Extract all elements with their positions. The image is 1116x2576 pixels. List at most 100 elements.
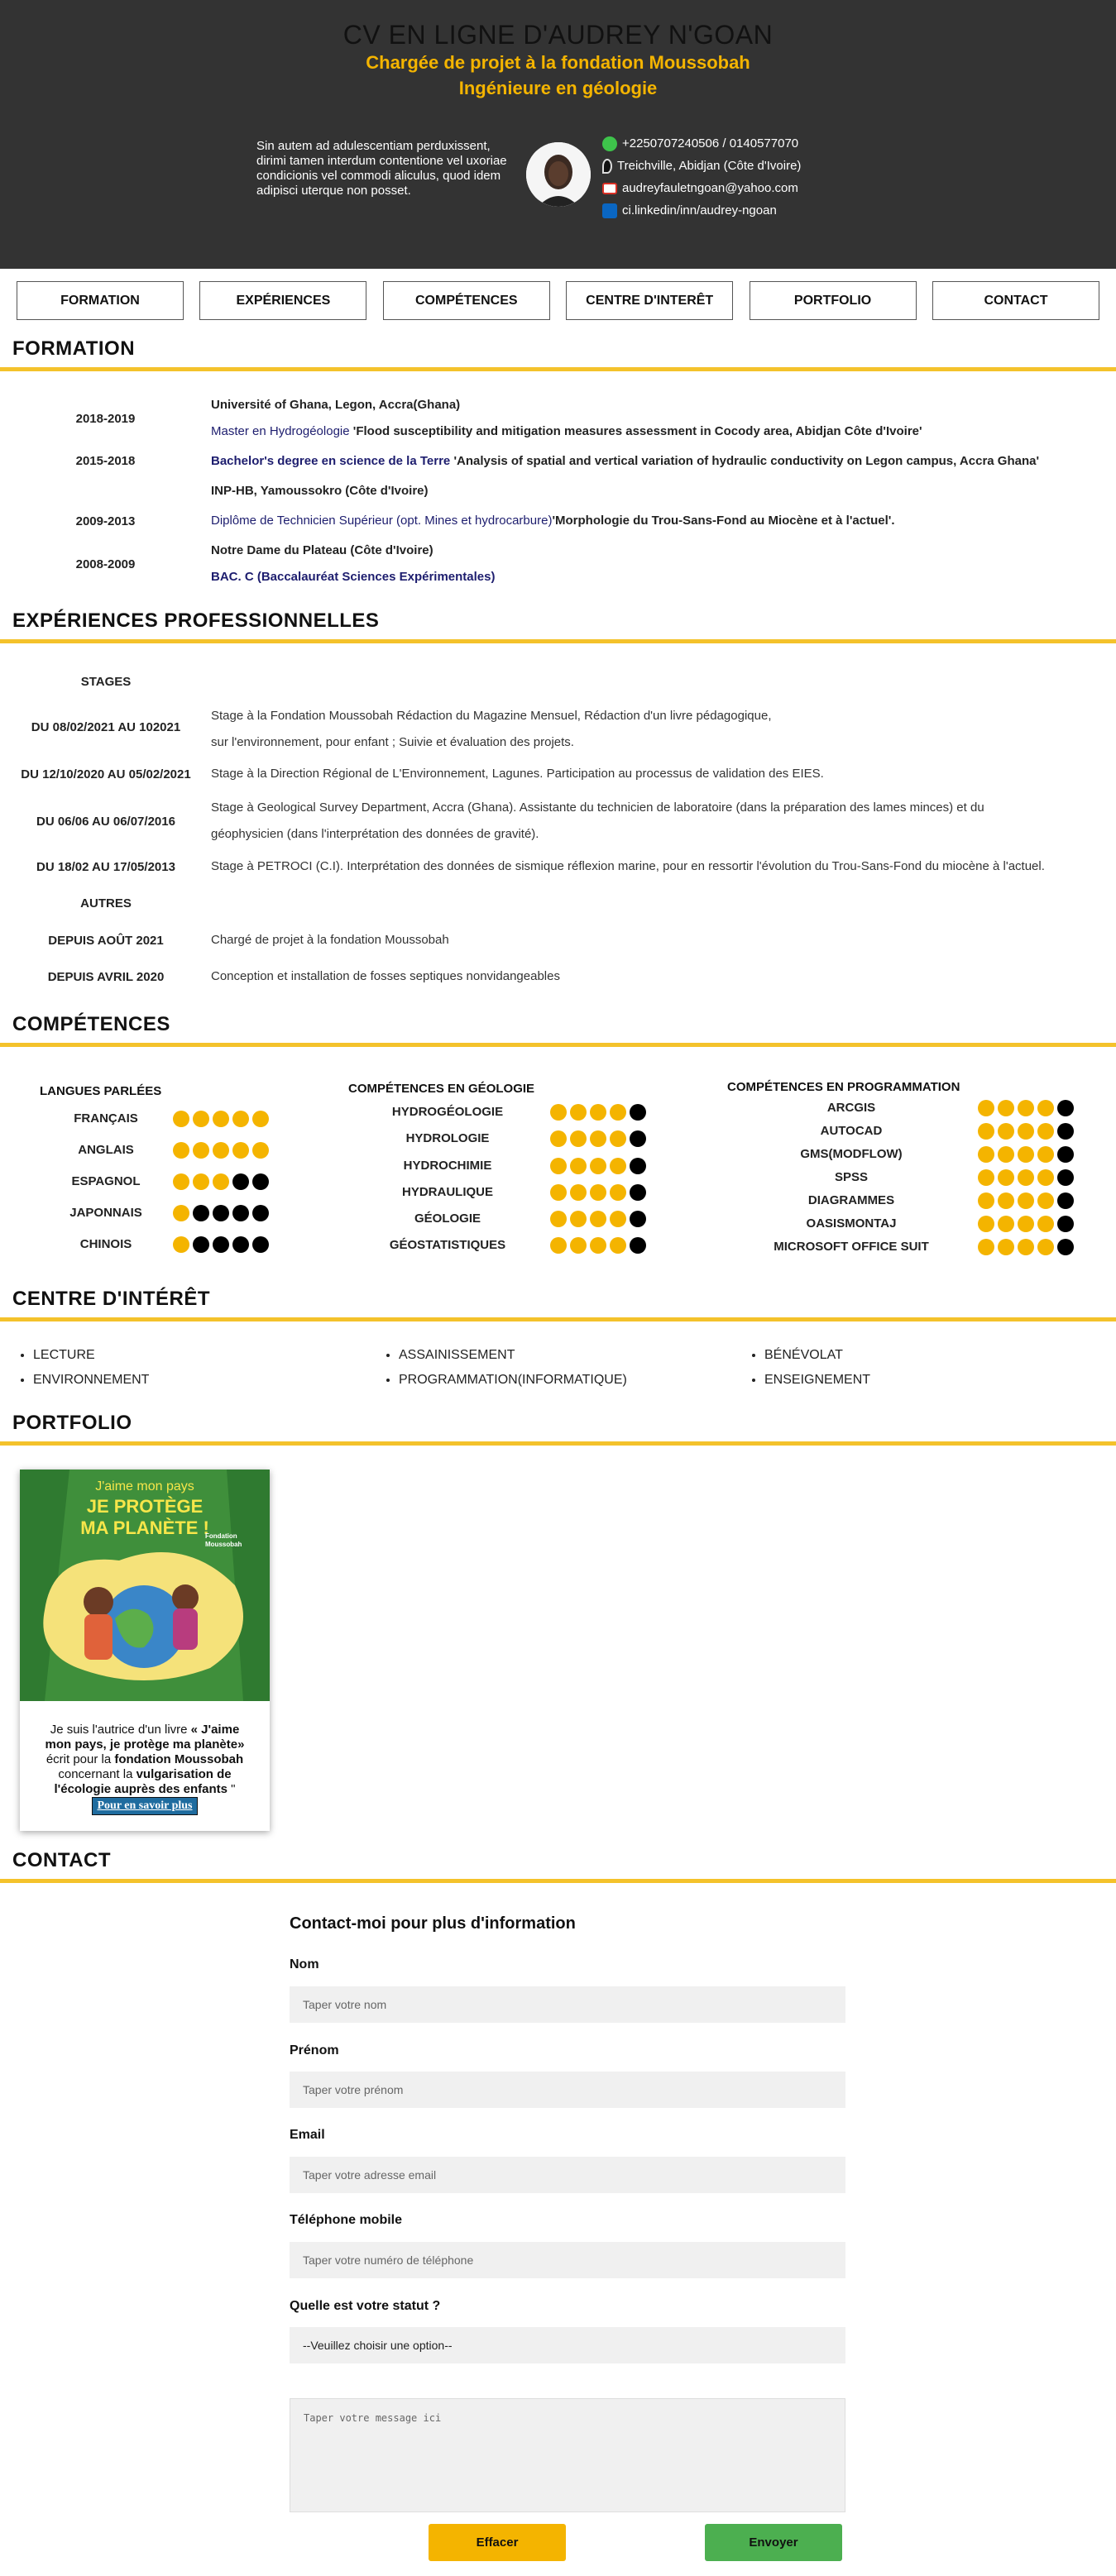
filled-dot bbox=[1018, 1100, 1034, 1116]
section-title-portfolio: PORTFOLIO bbox=[12, 1412, 132, 1434]
filled-dot bbox=[1037, 1123, 1054, 1140]
skill-label: JAPONNAIS bbox=[69, 1206, 142, 1220]
contact-section: CONTACT bbox=[0, 1849, 1116, 1883]
filled-dot bbox=[570, 1184, 587, 1201]
header: CV EN LIGNE D'AUDREY N'GOAN Chargée de p… bbox=[0, 0, 1116, 269]
filled-dot bbox=[610, 1104, 626, 1121]
skill-label: GÉOLOGIE bbox=[414, 1212, 481, 1226]
learn-more-link[interactable]: Pour en savoir plus bbox=[92, 1797, 198, 1815]
filled-dot bbox=[1037, 1146, 1054, 1163]
filled-dot bbox=[1037, 1100, 1054, 1116]
stage-date: DU 06/06 AU 06/07/2016 bbox=[36, 815, 175, 829]
filled-dot bbox=[213, 1111, 229, 1127]
formation-date: 2009-2013 bbox=[75, 514, 136, 528]
autre-text: Chargé de projet à la fondation Moussoba… bbox=[211, 933, 449, 947]
autre-date: DEPUIS AOÛT 2021 bbox=[48, 934, 164, 948]
skill-label: HYDROCHIMIE bbox=[403, 1159, 492, 1173]
filled-dot bbox=[1018, 1192, 1034, 1209]
empty-dot bbox=[630, 1158, 646, 1174]
empty-dot bbox=[232, 1173, 249, 1190]
email-row[interactable]: audreyfauletngoan@yahoo.com bbox=[602, 177, 801, 199]
autre-text: Conception et installation de fosses sep… bbox=[211, 969, 560, 983]
nav-formation[interactable]: FORMATION bbox=[17, 281, 184, 320]
prenom-input[interactable]: Taper votre prénom bbox=[290, 2072, 845, 2108]
nav-portfolio[interactable]: PORTFOLIO bbox=[749, 281, 917, 320]
empty-dot bbox=[1057, 1146, 1074, 1163]
main-nav: FORMATION EXPÉRIENCES COMPÉTENCES CENTRE… bbox=[0, 281, 1116, 320]
empty-dot bbox=[630, 1237, 646, 1254]
formation-school: INP-HB, Yamoussokro (Côte d'Ivoire) bbox=[211, 484, 429, 498]
skill-level bbox=[978, 1239, 1074, 1255]
filled-dot bbox=[1018, 1146, 1034, 1163]
competences-section: COMPÉTENCES bbox=[0, 1013, 1116, 1047]
filled-dot bbox=[570, 1104, 587, 1121]
filled-dot bbox=[610, 1158, 626, 1174]
skill-label: HYDROLOGIE bbox=[405, 1131, 490, 1145]
filled-dot bbox=[213, 1173, 229, 1190]
interets-column: BÉNÉVOLAT ENSEIGNEMENT bbox=[748, 1348, 870, 1398]
filled-dot bbox=[610, 1184, 626, 1201]
formation-degree-row: Master en Hydrogéologie 'Flood susceptib… bbox=[211, 424, 922, 438]
filled-dot bbox=[173, 1111, 189, 1127]
nav-centre-interet[interactable]: CENTRE D'INTERÊT bbox=[566, 281, 734, 320]
skill-level bbox=[550, 1130, 646, 1147]
linkedin-icon bbox=[602, 203, 617, 218]
empty-dot bbox=[630, 1130, 646, 1147]
section-divider bbox=[0, 1441, 1116, 1446]
filled-dot bbox=[550, 1237, 567, 1254]
send-button[interactable]: Envoyer bbox=[705, 2524, 842, 2561]
skill-label: GÉOSTATISTIQUES bbox=[389, 1238, 506, 1252]
nom-input[interactable]: Taper votre nom bbox=[290, 1986, 845, 2023]
message-textarea[interactable]: Taper votre message ici bbox=[290, 2398, 845, 2512]
empty-dot bbox=[630, 1211, 646, 1227]
filled-dot bbox=[252, 1111, 269, 1127]
nav-competences[interactable]: COMPÉTENCES bbox=[382, 281, 550, 320]
filled-dot bbox=[570, 1158, 587, 1174]
skill-level bbox=[978, 1192, 1074, 1209]
filled-dot bbox=[232, 1111, 249, 1127]
filled-dot bbox=[610, 1211, 626, 1227]
statut-select[interactable]: --Veuillez choisir une option-- bbox=[290, 2327, 845, 2363]
stage-text: Stage à la Direction Régional de L'Envir… bbox=[211, 767, 824, 781]
skill-level bbox=[550, 1184, 646, 1201]
skill-label: AUTOCAD bbox=[820, 1124, 883, 1138]
section-title-interets: CENTRE D'INTÉRÊT bbox=[12, 1288, 211, 1310]
prenom-label: Prénom bbox=[290, 2043, 339, 2057]
langues-heading: LANGUES PARLÉES bbox=[40, 1084, 162, 1098]
section-title-contact: CONTACT bbox=[12, 1849, 112, 1871]
email-input[interactable]: Taper votre adresse email bbox=[290, 2157, 845, 2193]
filled-dot bbox=[978, 1216, 994, 1232]
linkedin-row[interactable]: ci.linkedin/inn/audrey-ngoan bbox=[602, 199, 801, 222]
filled-dot bbox=[978, 1146, 994, 1163]
nav-contact[interactable]: CONTACT bbox=[932, 281, 1099, 320]
filled-dot bbox=[550, 1184, 567, 1201]
whatsapp-icon bbox=[602, 136, 617, 151]
filled-dot bbox=[173, 1142, 189, 1159]
statut-label: Quelle est votre statut ? bbox=[290, 2299, 441, 2313]
stage-text: Stage à PETROCI (C.I). Interprétation de… bbox=[211, 859, 1045, 873]
empty-dot bbox=[630, 1184, 646, 1201]
filled-dot bbox=[978, 1100, 994, 1116]
skill-label: HYDRAULIQUE bbox=[401, 1185, 493, 1199]
tel-input[interactable]: Taper votre numéro de téléphone bbox=[290, 2242, 845, 2278]
nav-experiences[interactable]: EXPÉRIENCES bbox=[199, 281, 367, 320]
reset-button[interactable]: Effacer bbox=[429, 2524, 566, 2561]
skill-level bbox=[173, 1173, 269, 1190]
contact-form: Contact-moi pour plus d'information Nom … bbox=[290, 1914, 845, 2561]
empty-dot bbox=[1057, 1100, 1074, 1116]
form-title: Contact-moi pour plus d'information bbox=[290, 1914, 576, 1933]
skill-label: MICROSOFT OFFICE SUIT bbox=[774, 1240, 929, 1254]
filled-dot bbox=[1037, 1169, 1054, 1186]
empty-dot bbox=[1057, 1192, 1074, 1209]
section-divider bbox=[0, 1879, 1116, 1883]
formation-school: Notre Dame du Plateau (Côte d'Ivoire) bbox=[211, 543, 433, 557]
filled-dot bbox=[610, 1237, 626, 1254]
filled-dot bbox=[590, 1104, 606, 1121]
stages-label: STAGES bbox=[80, 675, 132, 689]
skill-level bbox=[173, 1111, 269, 1127]
location-pin-icon bbox=[602, 158, 612, 174]
section-title-experiences: EXPÉRIENCES PROFESSIONNELLES bbox=[12, 609, 380, 632]
page-title: CV EN LIGNE D'AUDREY N'GOAN bbox=[342, 20, 774, 50]
empty-dot bbox=[252, 1173, 269, 1190]
empty-dot bbox=[1057, 1123, 1074, 1140]
